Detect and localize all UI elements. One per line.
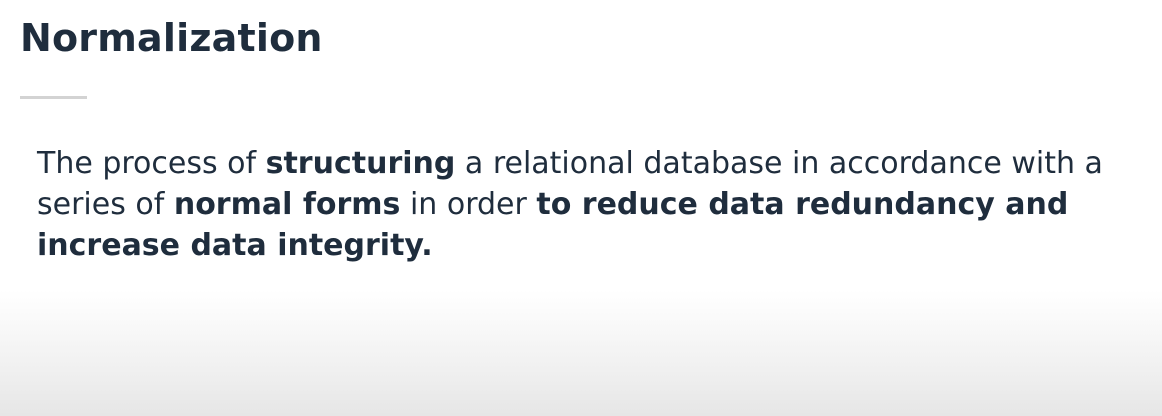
title-underline-divider (20, 96, 87, 99)
definition-emphasis-normal-forms: normal forms (173, 187, 401, 222)
definition-emphasis-structuring: structuring (265, 146, 456, 181)
definition-segment: in order (400, 187, 537, 222)
definition-segment: The process of (37, 146, 266, 181)
slide-title: Normalization (20, 16, 323, 60)
definition-paragraph: The process of structuring a relational … (37, 143, 1137, 266)
slide: Normalization The process of structuring… (0, 0, 1162, 416)
